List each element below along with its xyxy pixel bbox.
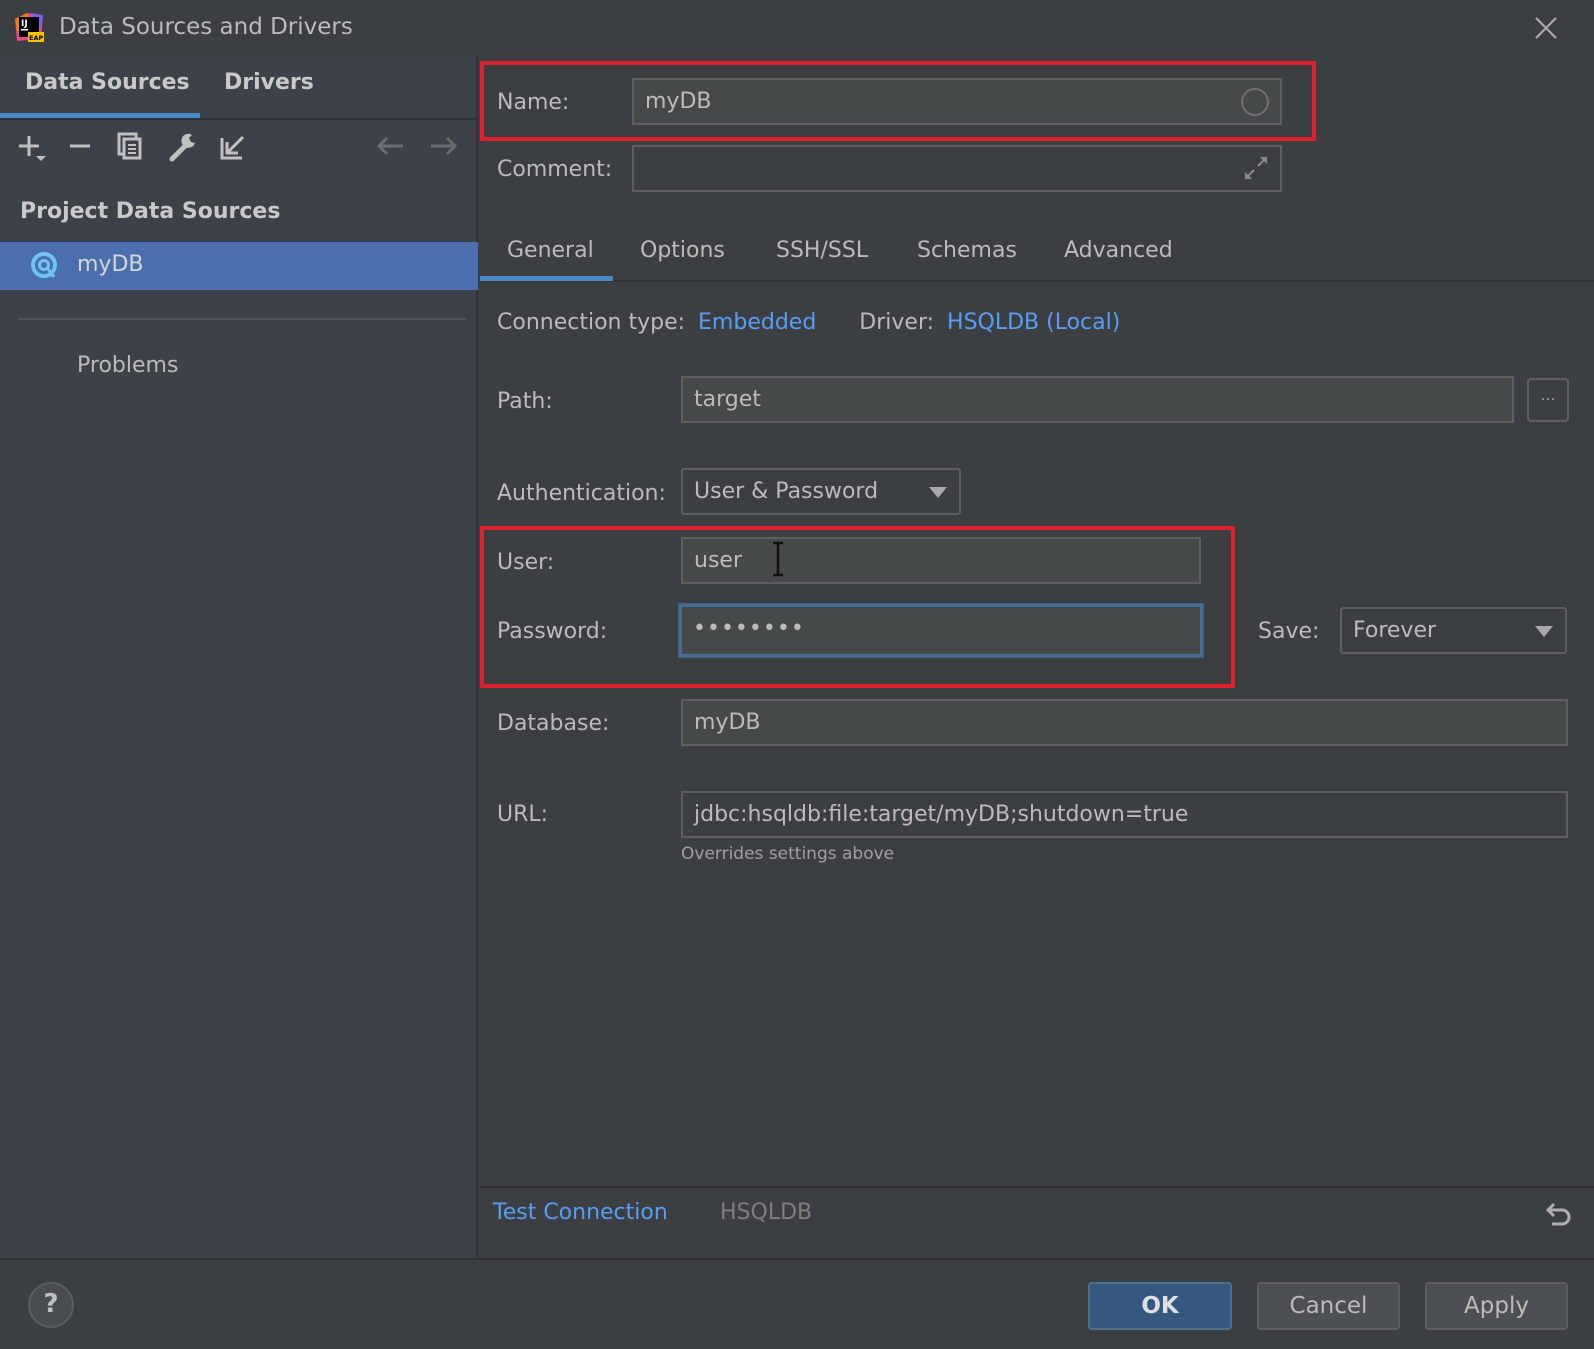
tab-ssh-ssl[interactable]: SSH/SSL <box>776 238 868 263</box>
test-connection-link[interactable]: Test Connection <box>493 1200 668 1225</box>
svg-text:EAP: EAP <box>29 34 43 42</box>
active-tab-indicator <box>480 276 613 281</box>
ok-button[interactable]: OK <box>1088 1282 1232 1330</box>
name-value: myDB <box>645 89 712 114</box>
browse-button[interactable]: ... <box>1527 378 1569 422</box>
settings-tabs: General Options SSH/SSL Schemas Advanced <box>480 226 1594 282</box>
comment-label: Comment: <box>497 157 613 182</box>
user-input[interactable]: user <box>681 537 1201 584</box>
problems-item[interactable]: Problems <box>77 353 178 378</box>
revert-icon[interactable] <box>1540 1198 1574 1232</box>
tab-schemas[interactable]: Schemas <box>917 238 1017 263</box>
bottom-bar: Test Connection HSQLDB <box>480 1186 1594 1258</box>
url-label: URL: <box>497 802 549 827</box>
comment-input[interactable] <box>632 145 1282 192</box>
path-input[interactable]: target <box>681 376 1514 423</box>
intellij-logo-icon: IJ EAP <box>15 13 44 42</box>
apply-button[interactable]: Apply <box>1425 1282 1568 1330</box>
close-icon[interactable] <box>1532 14 1560 42</box>
driver-link[interactable]: HSQLDB (Local) <box>947 310 1120 335</box>
right-panel: Name: myDB Comment: General Options SSH/… <box>480 56 1594 1258</box>
hsqldb-icon <box>31 252 57 278</box>
tab-general[interactable]: General <box>507 238 594 263</box>
save-dropdown[interactable]: Forever <box>1340 607 1567 654</box>
dialog-footer: ? OK Cancel Apply <box>0 1258 1594 1349</box>
url-hint: Overrides settings above <box>681 844 895 864</box>
save-value: Forever <box>1353 618 1437 643</box>
wrench-icon[interactable] <box>166 128 200 166</box>
cancel-button[interactable]: Cancel <box>1257 1282 1400 1330</box>
authentication-label: Authentication: <box>497 481 666 506</box>
left-tabs: Data Sources Drivers <box>0 56 478 120</box>
divider <box>18 318 466 320</box>
data-source-label: myDB <box>77 252 144 277</box>
color-circle-icon[interactable] <box>1240 87 1270 117</box>
name-input[interactable]: myDB <box>632 78 1282 125</box>
import-icon[interactable] <box>216 128 250 166</box>
user-label: User: <box>497 550 555 575</box>
password-input[interactable]: •••••••• <box>679 604 1203 657</box>
chevron-down-icon <box>929 487 947 498</box>
driver-name-label: HSQLDB <box>720 1200 813 1225</box>
connection-type-label: Connection type: <box>497 310 686 335</box>
url-input[interactable]: jdbc:hsqldb:file:target/myDB;shutdown=tr… <box>681 791 1568 838</box>
authentication-dropdown[interactable]: User & Password <box>681 468 961 515</box>
forward-arrow-icon[interactable] <box>426 128 460 166</box>
active-tab-indicator <box>0 113 200 118</box>
driver-label: Driver: <box>859 310 935 335</box>
connection-type-link[interactable]: Embedded <box>698 310 816 335</box>
help-button[interactable]: ? <box>28 1282 74 1328</box>
tab-options[interactable]: Options <box>640 238 725 263</box>
remove-icon[interactable] <box>64 128 98 166</box>
data-source-item[interactable]: myDB <box>0 242 478 290</box>
tab-drivers[interactable]: Drivers <box>224 70 314 95</box>
name-label: Name: <box>497 90 570 115</box>
expand-icon[interactable] <box>1242 154 1270 182</box>
user-value: user <box>694 548 742 573</box>
authentication-value: User & Password <box>694 479 879 504</box>
connection-info: Connection type: Embedded Driver: HSQLDB… <box>497 310 1120 335</box>
back-arrow-icon[interactable] <box>374 128 408 166</box>
left-toolbar <box>0 128 478 168</box>
section-label-project-data-sources: Project Data Sources <box>20 199 281 224</box>
text-cursor-icon <box>773 541 783 577</box>
left-panel: Data Sources Drivers Project Data Source… <box>0 56 478 1258</box>
save-label: Save: <box>1258 619 1320 644</box>
tab-advanced[interactable]: Advanced <box>1064 238 1173 263</box>
svg-text:IJ: IJ <box>21 19 28 29</box>
database-input[interactable]: myDB <box>681 699 1568 746</box>
tab-data-sources[interactable]: Data Sources <box>25 70 190 95</box>
window-title: Data Sources and Drivers <box>59 14 353 40</box>
path-label: Path: <box>497 389 553 414</box>
chevron-down-icon <box>1535 626 1553 637</box>
title-bar: IJ EAP Data Sources and Drivers <box>0 0 1594 56</box>
duplicate-icon[interactable] <box>114 128 148 166</box>
add-icon[interactable] <box>14 128 48 166</box>
password-label: Password: <box>497 619 608 644</box>
database-label: Database: <box>497 711 610 736</box>
